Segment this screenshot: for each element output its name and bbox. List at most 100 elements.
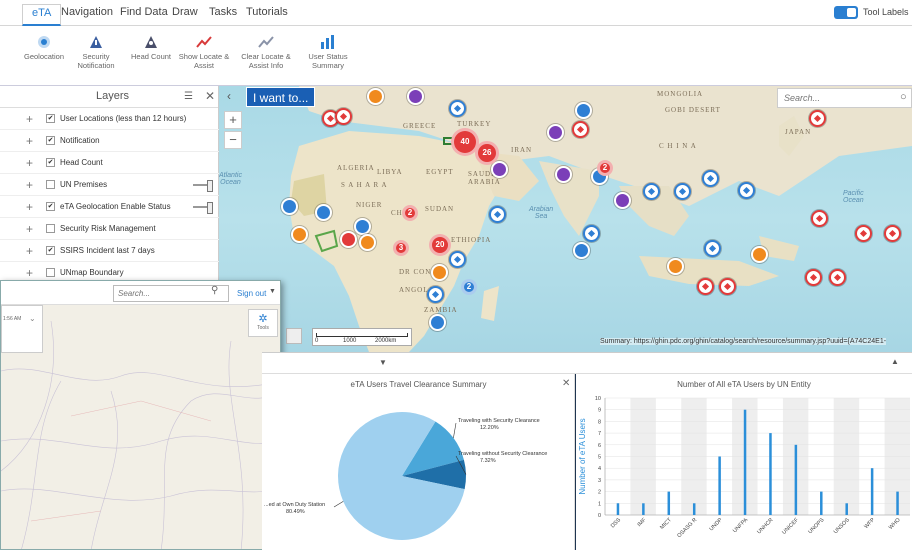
expand-icon[interactable]: + (26, 200, 33, 214)
tab-navigation[interactable]: Navigation (61, 6, 113, 18)
bar[interactable] (845, 503, 848, 515)
show-locate-assist-button[interactable]: Show Locate & Assist (172, 34, 236, 70)
map-marker[interactable] (667, 258, 684, 275)
bar[interactable] (667, 491, 671, 515)
tools-button[interactable]: ✲ Tools (248, 309, 278, 337)
map-marker[interactable] (884, 225, 901, 242)
expand-icon[interactable]: + (26, 244, 33, 258)
map-marker[interactable] (614, 192, 631, 209)
layer-checkbox[interactable]: ✔ (46, 202, 55, 211)
tab-draw[interactable]: Draw (172, 6, 198, 18)
opacity-slider[interactable] (193, 180, 213, 192)
map-marker[interactable] (427, 286, 444, 303)
map-marker[interactable] (704, 240, 721, 257)
i-want-to-button[interactable]: I want to... (246, 87, 316, 107)
map-marker[interactable] (702, 170, 719, 187)
map-cluster[interactable]: 20 (429, 234, 451, 256)
layer-row[interactable]: + Security Risk Management (0, 218, 219, 240)
bar[interactable] (820, 491, 823, 515)
chevron-down-icon[interactable]: ⌄ (29, 314, 36, 323)
layer-checkbox[interactable] (46, 180, 55, 189)
map-search[interactable]: ○ (777, 88, 912, 108)
map-marker[interactable] (431, 264, 448, 281)
map-marker[interactable] (855, 225, 872, 242)
expand-icon[interactable]: + (26, 178, 33, 192)
bar[interactable] (769, 433, 772, 515)
layer-checkbox[interactable]: ✔ (46, 246, 55, 255)
chevron-down-icon[interactable]: ▼ (269, 288, 276, 295)
bar[interactable] (718, 456, 721, 516)
map-cluster[interactable]: 26 (475, 141, 499, 165)
map-marker[interactable] (449, 251, 466, 268)
map-marker[interactable] (367, 88, 384, 105)
world-map[interactable]: MONGOLIA GOBI DESERT C H I N A JAPAN TUR… (219, 86, 912, 352)
basemap-icon[interactable] (286, 328, 302, 344)
zoom-out-button[interactable]: − (224, 131, 242, 149)
map-cluster[interactable]: 2 (597, 160, 613, 176)
search-icon[interactable]: ○ (900, 91, 907, 103)
map-marker[interactable] (719, 278, 736, 295)
list-icon[interactable]: ☰ (184, 91, 193, 102)
layer-checkbox[interactable]: ✔ (46, 158, 55, 167)
map-cluster[interactable]: 2 (402, 205, 418, 221)
expand-icon[interactable]: + (26, 112, 33, 126)
chevron-up-icon[interactable]: ▲ (891, 357, 899, 366)
map-search-input[interactable] (778, 89, 888, 107)
layer-row[interactable]: + ✔ SSIRS Incident last 7 days (0, 240, 219, 262)
tab-tutorials[interactable]: Tutorials (246, 6, 288, 18)
layer-row[interactable]: + ✔ Head Count (0, 152, 219, 174)
map-marker[interactable] (811, 210, 828, 227)
close-icon[interactable]: ✕ (205, 89, 215, 103)
bar[interactable] (642, 503, 645, 515)
expand-icon[interactable]: + (26, 266, 33, 280)
expand-icon[interactable]: + (26, 134, 33, 148)
map-marker[interactable] (429, 314, 446, 331)
map-marker[interactable] (354, 218, 371, 235)
bar[interactable] (870, 468, 874, 515)
map-marker[interactable] (572, 121, 589, 138)
map-cluster[interactable]: 3 (393, 240, 409, 256)
secondary-search-input[interactable] (114, 286, 210, 301)
layer-row[interactable]: + UN Premises (0, 174, 219, 196)
map-marker[interactable] (315, 204, 332, 221)
secondary-map-window[interactable]: ⚲ Sign out ▼ ⌄ 1:56 AM ✲ Tools (0, 280, 281, 550)
map-marker[interactable] (805, 269, 822, 286)
bar[interactable] (692, 503, 696, 515)
map-marker[interactable] (489, 206, 506, 223)
map-marker[interactable] (573, 242, 590, 259)
layer-row[interactable]: + ✔ User Locations (less than 12 hours) (0, 108, 219, 130)
layer-checkbox[interactable]: ✔ (46, 136, 55, 145)
map-marker[interactable] (829, 269, 846, 286)
bar[interactable] (616, 503, 620, 515)
map-marker[interactable] (697, 278, 714, 295)
map-marker[interactable] (674, 183, 691, 200)
map-marker[interactable] (449, 100, 466, 117)
map-marker[interactable] (407, 88, 424, 105)
chevron-left-icon[interactable]: ‹ (227, 89, 231, 103)
map-marker[interactable] (291, 226, 308, 243)
map-marker[interactable] (643, 183, 660, 200)
bar[interactable] (794, 444, 798, 515)
sign-out-link[interactable]: Sign out (237, 289, 266, 298)
expand-icon[interactable]: + (26, 156, 33, 170)
search-icon[interactable]: ⚲ (211, 285, 218, 296)
bar[interactable] (896, 491, 899, 515)
chevron-down-icon[interactable]: ▼ (379, 358, 387, 367)
map-marker[interactable] (491, 161, 508, 178)
layer-checkbox[interactable] (46, 268, 55, 277)
map-marker[interactable] (809, 110, 826, 127)
map-marker[interactable] (335, 108, 352, 125)
zoom-in-button[interactable]: + (224, 111, 242, 129)
expand-icon[interactable]: + (26, 222, 33, 236)
map-marker[interactable] (583, 225, 600, 242)
layer-row[interactable]: + ✔ Notification (0, 130, 219, 152)
layer-checkbox[interactable]: ✔ (46, 114, 55, 123)
map-marker[interactable] (547, 124, 564, 141)
tab-eta[interactable]: eTA (22, 4, 62, 26)
map-marker[interactable] (555, 166, 572, 183)
layer-checkbox[interactable] (46, 224, 55, 233)
tab-tasks[interactable]: Tasks (209, 6, 237, 18)
bar[interactable] (743, 409, 747, 515)
map-marker[interactable] (281, 198, 298, 215)
opacity-slider[interactable] (193, 202, 213, 214)
